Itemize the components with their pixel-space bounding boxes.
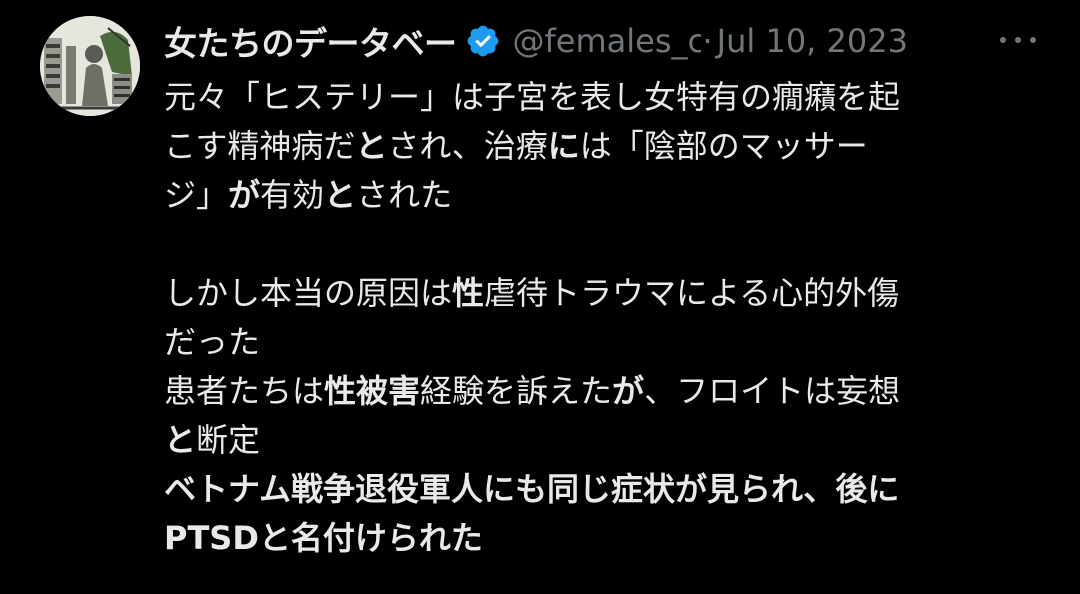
tweet-date[interactable]: Jul 10, 2023 (717, 22, 908, 60)
more-horizontal-icon[interactable] (1000, 28, 1036, 52)
author-handle[interactable]: @females_c (513, 22, 701, 60)
bold-run: が (228, 176, 261, 214)
tweet-header: 女たちのデータベー @females_c · Jul 10, 2023 (164, 14, 1044, 68)
author-display-name[interactable]: 女たちのデータベー (164, 17, 457, 65)
more-dot (1015, 37, 1021, 43)
bold-run: と (164, 421, 197, 459)
tweet-line: 元々「ヒステリー」は子宮を表し女特有の癇癪を起 (164, 73, 1024, 122)
tweet-text: 元々「ヒステリー」は子宮を表し女特有の癇癪を起 こす精神病だとされ、治療には「陰… (164, 73, 1024, 563)
more-dot (1000, 37, 1006, 43)
tweet-line: しかし本当の原因は性虐待トラウマによる心的外傷 (164, 269, 1024, 318)
text-run: 元々「ヒステリー」は子宮を表し女特有の癇癪を起 (164, 78, 901, 116)
text-run: ジ」 (164, 176, 229, 214)
text-run: 有効 (260, 176, 325, 214)
more-dot (1030, 37, 1036, 43)
bold-run: が (612, 372, 645, 410)
bold-run: 性被害 (324, 372, 421, 410)
text-run: 、フロイトは妄想 (644, 372, 901, 410)
tweet-line: こす精神病だとされ、治療には「陰部のマッサー (164, 122, 1024, 171)
header-separator: · (702, 22, 713, 60)
bold-run: 性 (452, 274, 485, 312)
bold-run: と (355, 127, 388, 165)
tweet-line: PTSDと名付けられた (164, 514, 1024, 563)
tweet[interactable]: 女たちのデータベー @females_c · Jul 10, 2023 元々「ヒ… (0, 0, 1080, 594)
text-run: 虐待トラウマによる心的外傷 (484, 274, 900, 312)
tweet-line: 患者たちは性被害経験を訴えたが、フロイトは妄想 (164, 367, 1024, 416)
avatar[interactable] (40, 16, 140, 116)
bold-run: と (324, 176, 357, 214)
text-run: は「陰部のマッサー (579, 127, 868, 165)
bold-run: PTSDと名付けられた (164, 519, 483, 557)
text-run: しかし本当の原因は (164, 274, 453, 312)
tweet-line: だった (164, 318, 1024, 367)
text-run: 断定 (196, 421, 261, 459)
tweet-line: と断定 (164, 416, 1024, 465)
text-run: され、治療 (387, 127, 548, 165)
text-run: された (356, 176, 453, 214)
bold-run: に (547, 127, 580, 165)
bold-run: ベトナム戦争退役軍人にも同じ症状が見られ、後に (164, 470, 900, 508)
text-run: 経験を訴えた (420, 372, 613, 410)
verified-badge-icon (467, 25, 498, 57)
tweet-line: ジ」が有効とされた (164, 171, 1024, 220)
tweet-line: ベトナム戦争退役軍人にも同じ症状が見られ、後に (164, 465, 1024, 514)
avatar-illustration (40, 16, 140, 116)
text-run: だった (164, 323, 261, 361)
text-run: 患者たちは (164, 372, 325, 410)
text-run: こす精神病だ (164, 127, 356, 165)
